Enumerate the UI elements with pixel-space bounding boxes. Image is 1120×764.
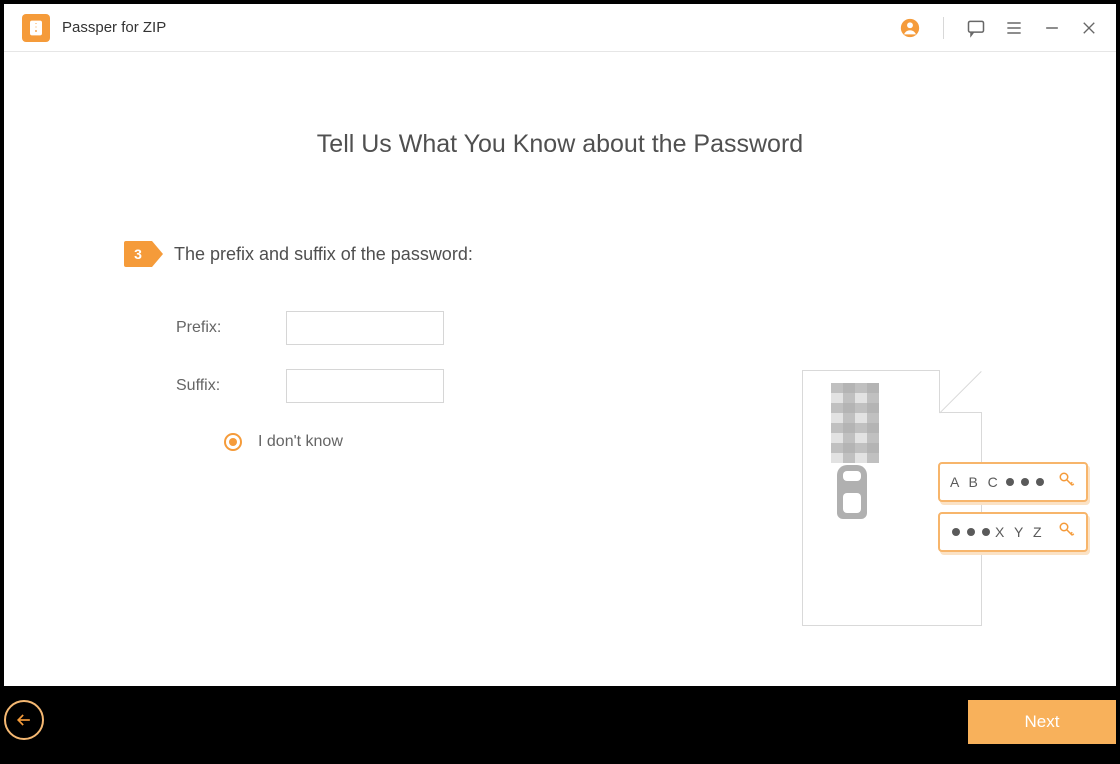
suffix-label: Suffix: [176, 377, 286, 395]
zip-illustration: A B C X Y Z [802, 370, 1032, 644]
step-text: The prefix and suffix of the password: [174, 244, 473, 265]
idk-radio[interactable] [224, 433, 242, 451]
step-number-badge: 3 [124, 241, 152, 267]
back-button[interactable] [4, 700, 44, 740]
next-button[interactable]: Next [968, 700, 1116, 744]
page-title: Tell Us What You Know about the Password [50, 130, 1070, 159]
idk-label: I don't know [258, 433, 343, 451]
zip-pull-icon [837, 465, 867, 519]
app-title: Passper for ZIP [62, 19, 166, 36]
prefix-input[interactable] [286, 311, 444, 345]
prefix-label: Prefix: [176, 319, 286, 337]
password-hint-suffix: X Y Z [938, 512, 1088, 552]
minimize-icon[interactable] [1042, 18, 1062, 38]
password-hint-prefix: A B C [938, 462, 1088, 502]
titlebar-divider [943, 17, 944, 39]
account-icon[interactable] [899, 17, 921, 39]
titlebar: Passper for ZIP [4, 4, 1116, 52]
step-heading: 3 The prefix and suffix of the password: [124, 241, 1070, 267]
feedback-icon[interactable] [966, 18, 986, 38]
app-logo-icon [22, 14, 50, 42]
key-icon [1058, 521, 1076, 544]
close-icon[interactable] [1080, 19, 1098, 37]
suffix-input[interactable] [286, 369, 444, 403]
key-icon [1058, 471, 1076, 494]
menu-icon[interactable] [1004, 18, 1024, 38]
